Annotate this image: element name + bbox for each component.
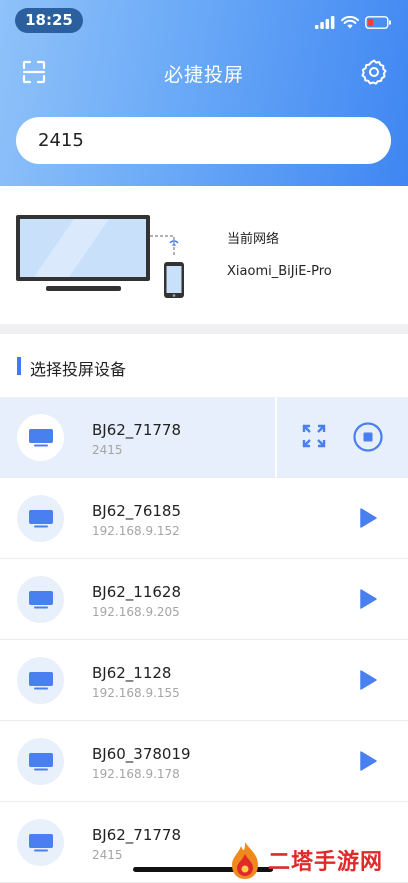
status-bar: 18:25 bbox=[0, 0, 408, 44]
play-icon[interactable] bbox=[355, 668, 379, 692]
fullscreen-icon[interactable] bbox=[300, 422, 328, 450]
device-avatar bbox=[17, 495, 64, 542]
row-divider bbox=[275, 397, 277, 477]
cellular-signal-icon bbox=[315, 15, 335, 29]
device-address: 192.168.9.152 bbox=[92, 524, 180, 538]
tv-icon bbox=[28, 752, 53, 770]
watermark-text: 二塔手游网 bbox=[268, 850, 384, 875]
wifi-icon bbox=[341, 15, 359, 28]
device-row[interactable]: BJ62_1128 192.168.9.155 bbox=[0, 640, 408, 721]
device-row-active: BJ62_71778 2415 bbox=[0, 397, 408, 478]
device-address: 2415 bbox=[92, 443, 123, 457]
device-avatar bbox=[17, 738, 64, 785]
watermark: 二塔手游网 bbox=[228, 838, 383, 882]
tv-phone-illustration bbox=[16, 215, 184, 298]
device-name: BJ62_11628 bbox=[92, 583, 182, 601]
device-name: BJ60_378019 bbox=[92, 745, 191, 763]
play-icon[interactable] bbox=[355, 506, 379, 530]
app-header: 18:25 必捷投屏 2415 bbox=[0, 0, 408, 186]
section-title: 选择投屏设备 bbox=[30, 360, 127, 379]
device-name: BJ62_71778 bbox=[92, 826, 182, 844]
device-name: BJ62_76185 bbox=[92, 502, 182, 520]
network-label: 当前网络 bbox=[227, 232, 280, 247]
tv-icon bbox=[28, 833, 53, 851]
device-avatar bbox=[17, 576, 64, 623]
device-avatar bbox=[17, 819, 64, 866]
device-address: 192.168.9.178 bbox=[92, 767, 180, 781]
device-row[interactable]: BJ62_76185 192.168.9.152 bbox=[0, 478, 408, 559]
tv-icon bbox=[28, 509, 53, 527]
status-icons bbox=[315, 14, 392, 30]
current-network-panel: 当前网络 Xiaomi_BiJiE-Pro bbox=[0, 186, 408, 324]
section-header: 选择投屏设备 bbox=[0, 334, 408, 396]
status-time: 18:25 bbox=[15, 8, 83, 33]
device-select-area[interactable]: BJ62_71778 2415 bbox=[0, 397, 275, 477]
device-avatar bbox=[17, 657, 64, 704]
device-list: BJ62_71778 2415 BJ62_76185 192.168.9.152 bbox=[0, 397, 408, 883]
battery-icon bbox=[365, 15, 391, 29]
flame-logo-icon bbox=[232, 842, 258, 879]
device-avatar bbox=[17, 414, 64, 461]
section-divider bbox=[0, 324, 408, 334]
tv-icon bbox=[28, 671, 53, 689]
device-name: BJ62_1128 bbox=[92, 664, 172, 682]
device-address: 192.168.9.155 bbox=[92, 686, 180, 700]
play-icon[interactable] bbox=[355, 749, 379, 773]
device-row[interactable]: BJ60_378019 192.168.9.178 bbox=[0, 721, 408, 802]
device-name: BJ62_71778 bbox=[92, 421, 182, 439]
page-title: 必捷投屏 bbox=[163, 64, 244, 86]
nav-bar: 必捷投屏 bbox=[0, 52, 408, 92]
tv-icon bbox=[28, 590, 53, 608]
device-address: 192.168.9.205 bbox=[92, 605, 180, 619]
tv-icon bbox=[28, 428, 53, 446]
search-input[interactable] bbox=[16, 117, 391, 164]
gear-icon[interactable] bbox=[360, 58, 388, 86]
device-row[interactable]: BJ62_11628 192.168.9.205 bbox=[0, 559, 408, 640]
device-address: 2415 bbox=[92, 848, 123, 862]
network-name: Xiaomi_BiJiE-Pro bbox=[227, 264, 332, 279]
stop-icon[interactable] bbox=[352, 421, 384, 453]
section-accent-bar bbox=[17, 357, 21, 375]
play-icon[interactable] bbox=[355, 587, 379, 611]
